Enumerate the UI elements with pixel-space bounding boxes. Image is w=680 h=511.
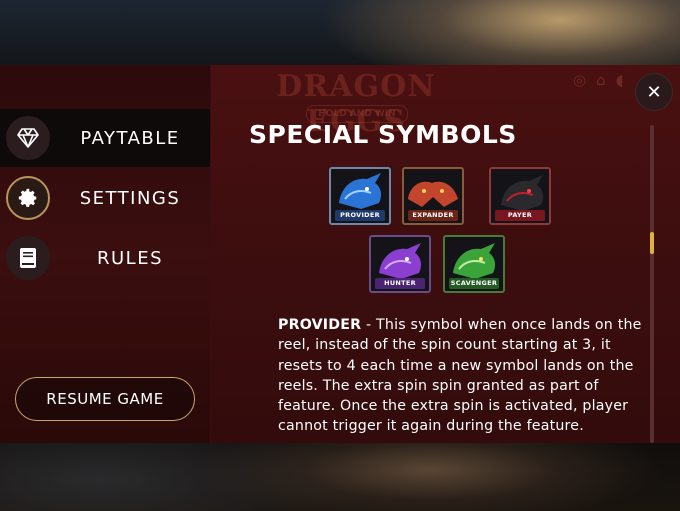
symbol-tag-hunter: HUNTER xyxy=(375,278,425,289)
symbol-expander: EXPANDER xyxy=(402,167,464,225)
close-button[interactable]: ✕ xyxy=(635,73,673,111)
symbol-payer: PAYER xyxy=(489,167,551,225)
symbol-tag-provider: PROVIDER xyxy=(335,210,385,221)
gear-icon xyxy=(6,176,50,220)
description-text: - This symbol when once lands on the ree… xyxy=(278,317,642,435)
symbol-tag-scavenger: SCAVENGER xyxy=(449,278,499,289)
home-icon: ⌂ xyxy=(596,71,606,89)
symbol-scavenger: SCAVENGER xyxy=(443,235,505,293)
symbol-hunter: HUNTER xyxy=(369,235,431,293)
target-icon: ◎ xyxy=(573,71,587,89)
scrollbar-thumb[interactable] xyxy=(650,232,654,254)
symbol-description: PROVIDER - This symbol when once lands o… xyxy=(278,315,643,437)
menu-item-settings[interactable]: SETTINGS xyxy=(0,169,210,227)
sound-icon: ◖ xyxy=(615,71,624,89)
menu-label-paytable: PAYTABLE xyxy=(80,127,180,149)
section-heading: SPECIAL SYMBOLS xyxy=(249,120,517,149)
symbol-tag-payer: PAYER xyxy=(495,210,545,221)
menu-label-settings: SETTINGS xyxy=(79,187,181,209)
resume-game-button[interactable]: RESUME GAME xyxy=(15,377,195,421)
description-title: PROVIDER xyxy=(278,317,362,333)
paytable-panel: DRAGON EGGS HOLD AND WIN ◎ ⌂ ◖ SPECIAL S… xyxy=(211,65,680,443)
diamond-icon xyxy=(6,116,50,160)
symbol-provider: PROVIDER xyxy=(329,167,391,225)
close-icon: ✕ xyxy=(646,81,662,103)
scrollbar-track[interactable] xyxy=(650,125,654,443)
menu-item-rules[interactable]: RULES xyxy=(0,229,210,287)
background-toolbar: ◎ ⌂ ◖ xyxy=(573,71,624,89)
menu-item-paytable[interactable]: PAYTABLE xyxy=(0,109,210,167)
book-icon xyxy=(6,236,50,280)
menu-label-rules: RULES xyxy=(96,247,163,269)
symbol-tag-expander: EXPANDER xyxy=(408,210,458,221)
